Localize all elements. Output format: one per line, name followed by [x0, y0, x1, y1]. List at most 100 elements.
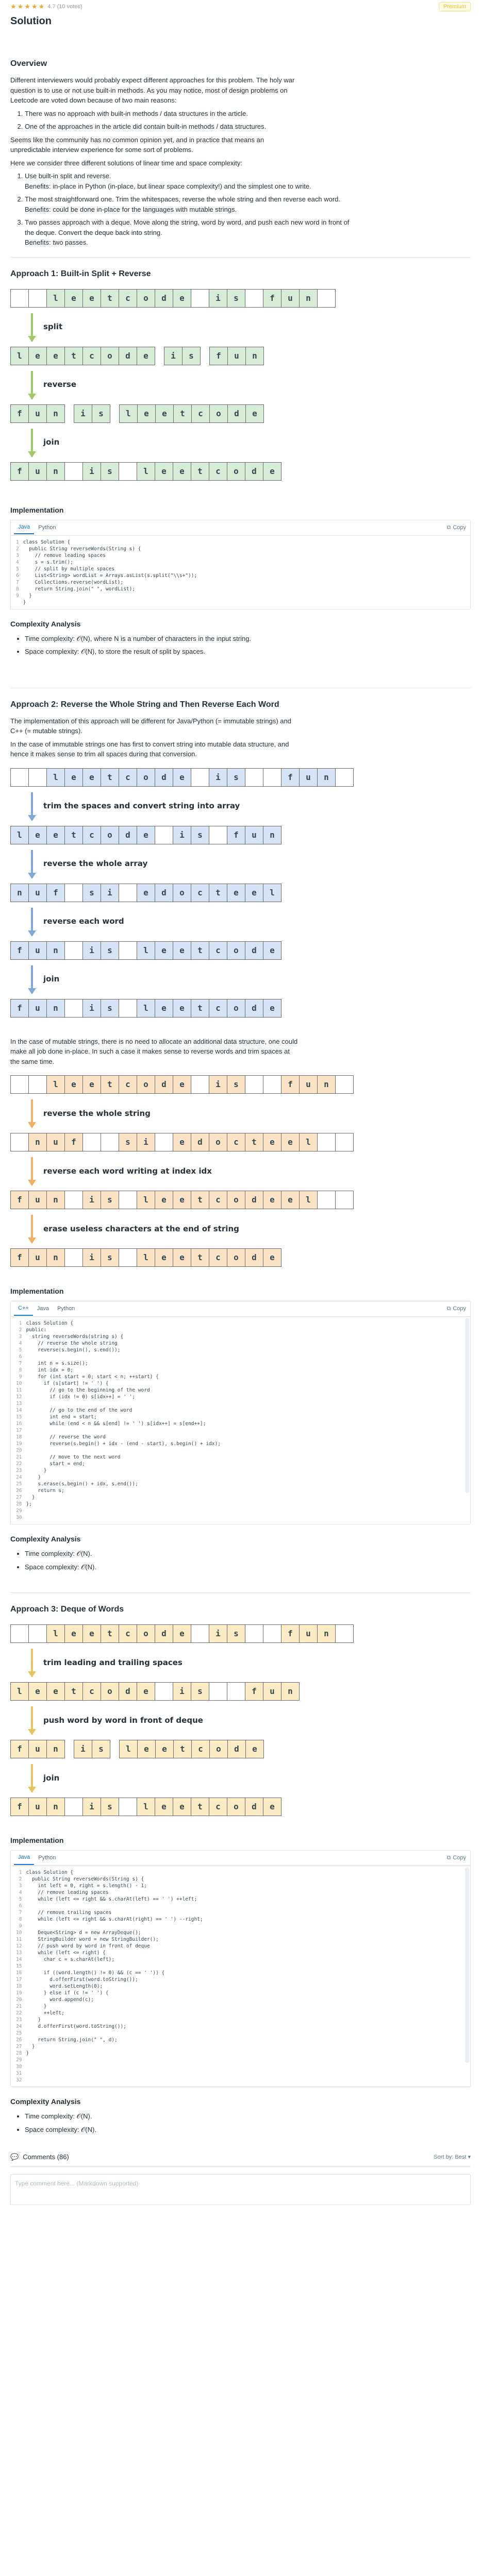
- rating-bar: ★ ★ ★ ★ ★ 4.7 (10 votes) Premium: [10, 1, 471, 12]
- code-content[interactable]: 1 2 3 4 5 6 7 8 9 10 11 12 13 14 15 16 1…: [11, 1866, 470, 2087]
- diagram-cell: o: [137, 289, 155, 308]
- tab-python[interactable]: Python: [34, 1852, 60, 1865]
- diagram-cell: e: [155, 941, 173, 960]
- diagram-cell: e: [281, 1133, 300, 1151]
- rating-text: 4.7 (10 votes): [47, 3, 82, 10]
- source-code: class Solution { public: string reverseW…: [26, 1320, 221, 1507]
- diagram-cell: [64, 462, 83, 481]
- diagram-cell: u: [299, 1624, 318, 1643]
- diagram-cell: n: [28, 1133, 47, 1151]
- list-item: Two passes approach with a deque. Move a…: [25, 217, 355, 248]
- code-scrollbar[interactable]: [465, 1867, 469, 2063]
- diagram-cell: [119, 1798, 137, 1816]
- solution-main: Use built-in split and reverse.: [25, 172, 111, 180]
- diagram-cell: o: [227, 1798, 245, 1816]
- overview-paragraph: Here we consider three different solutio…: [10, 159, 242, 167]
- diagram-cell: e: [281, 1191, 300, 1209]
- overview-paragraph: Different interviewers would probably ex…: [10, 76, 295, 104]
- arrow-label: reverse each word: [43, 917, 124, 926]
- diagram-cell: e: [173, 1191, 191, 1209]
- diagram-cell: e: [173, 941, 191, 960]
- diagram-cell: e: [155, 1740, 174, 1758]
- diagram-cell: c: [209, 941, 227, 960]
- code-scrollbar[interactable]: [465, 1318, 469, 1493]
- tab-cpp[interactable]: C++: [14, 1302, 33, 1316]
- diagram-cell: n: [317, 1075, 336, 1094]
- copy-button[interactable]: ⧉ Copy: [446, 1854, 466, 1862]
- diagram-row: leetcode is fun: [10, 1072, 464, 1097]
- diagram-cell: c: [119, 289, 137, 308]
- diagram-cell: e: [173, 1798, 191, 1816]
- diagram-cell: n: [317, 1624, 336, 1643]
- code-content[interactable]: 1 2 3 4 5 6 7 8 9 class Solution { publi…: [11, 535, 470, 609]
- diagram-cell: l: [10, 1682, 29, 1701]
- diagram-cell: f: [281, 1075, 300, 1094]
- diagram-cell: [335, 768, 354, 787]
- copy-icon: ⧉: [446, 1855, 451, 1861]
- diagram-cell: c: [119, 1075, 137, 1094]
- copy-button[interactable]: ⧉ Copy: [446, 1304, 466, 1313]
- arrow-label: reverse: [43, 380, 77, 389]
- source-code: class Solution { public String reverseWo…: [26, 1870, 203, 2056]
- diagram-cell: d: [119, 1682, 137, 1701]
- diagram-cell: s: [82, 883, 101, 902]
- diagram-cell: o: [101, 825, 119, 844]
- approach2-heading: Approach 2: Reverse the Whole String and…: [10, 700, 279, 709]
- diagram-cell: [28, 289, 47, 308]
- diagram-cell: d: [155, 1075, 173, 1094]
- complexity-heading: Complexity Analysis: [10, 2097, 81, 2106]
- complexity-list: Time complexity: 𝒪(N). Space complexity:…: [25, 1549, 471, 1572]
- tab-java[interactable]: Java: [14, 521, 35, 535]
- diagram-cell: s: [101, 462, 119, 481]
- arrow-label: trim the spaces and convert string into …: [43, 801, 240, 811]
- diagram-arrow: join: [10, 427, 464, 459]
- diagram-cell: e: [173, 768, 191, 787]
- diagram-cell: [64, 1191, 83, 1209]
- diagram-cell: [119, 998, 137, 1018]
- diagram-cell: f: [209, 346, 228, 365]
- diagram-row: fun is leetcode: [10, 1794, 464, 1820]
- tab-java[interactable]: Java: [14, 1851, 35, 1865]
- copy-label: Copy: [453, 1855, 466, 1861]
- list-item: One of the approaches in the article did…: [25, 122, 355, 132]
- diagram-cell: i: [173, 825, 191, 844]
- diagram-cell: c: [119, 768, 137, 787]
- diagram-cell: d: [245, 462, 263, 481]
- diagram-row: fun is leetcode: [10, 401, 464, 427]
- diagram-cell: u: [28, 941, 47, 960]
- diagram-cell: f: [10, 1248, 29, 1267]
- diagram-cell: [245, 768, 263, 787]
- diagram-cell: [227, 1682, 245, 1701]
- diagram-cell: o: [227, 1248, 245, 1267]
- diagram-cell: s: [101, 998, 119, 1018]
- diagram-cell: u: [28, 1248, 47, 1267]
- tab-java[interactable]: Java: [33, 1302, 53, 1315]
- tab-python[interactable]: Python: [34, 521, 60, 534]
- solutions-list: Use built-in split and reverse. Benefits:…: [25, 171, 471, 248]
- diagram-cell: e: [64, 289, 83, 308]
- code-block: Java Python ⧉ Copy 1 2 3 4 5 6 7 8 9 10 1…: [10, 1850, 471, 2087]
- comment-input[interactable]: Type comment here... (Markdown supported…: [10, 2174, 471, 2205]
- diagram-cell: [317, 1133, 336, 1151]
- rating-stars[interactable]: ★ ★ ★ ★ ★ 4.7 (10 votes): [10, 2, 82, 12]
- diagram-cell: u: [299, 768, 318, 787]
- sort-selector[interactable]: Sort by: Best ▾: [434, 2153, 471, 2162]
- copy-button[interactable]: ⧉ Copy: [446, 523, 466, 532]
- diagram-cell: u: [28, 462, 47, 481]
- diagram-cell: u: [299, 1075, 318, 1094]
- diagram-cell: [335, 1133, 354, 1151]
- diagram-cell: n: [46, 941, 65, 960]
- diagram-arrow: trim leading and trailing spaces: [10, 1647, 464, 1679]
- diagram-cell: [119, 462, 137, 481]
- diagram-cell: t: [173, 1740, 192, 1758]
- diagram-cell: c: [209, 1248, 227, 1267]
- diagram-cell: o: [209, 1133, 227, 1151]
- diagram-cell: e: [82, 289, 101, 308]
- code-content[interactable]: 1 2 3 4 5 6 7 8 9 10 11 12 13 14 15 16 1…: [11, 1317, 470, 1524]
- copy-icon: ⧉: [446, 524, 451, 531]
- diagram-row: leetcode is fun: [10, 822, 464, 848]
- solution-main: The most straightforward one. Trim the w…: [25, 195, 341, 203]
- diagram-cell: f: [10, 1740, 29, 1758]
- diagram-arrow: split: [10, 311, 464, 343]
- tab-python[interactable]: Python: [53, 1302, 79, 1315]
